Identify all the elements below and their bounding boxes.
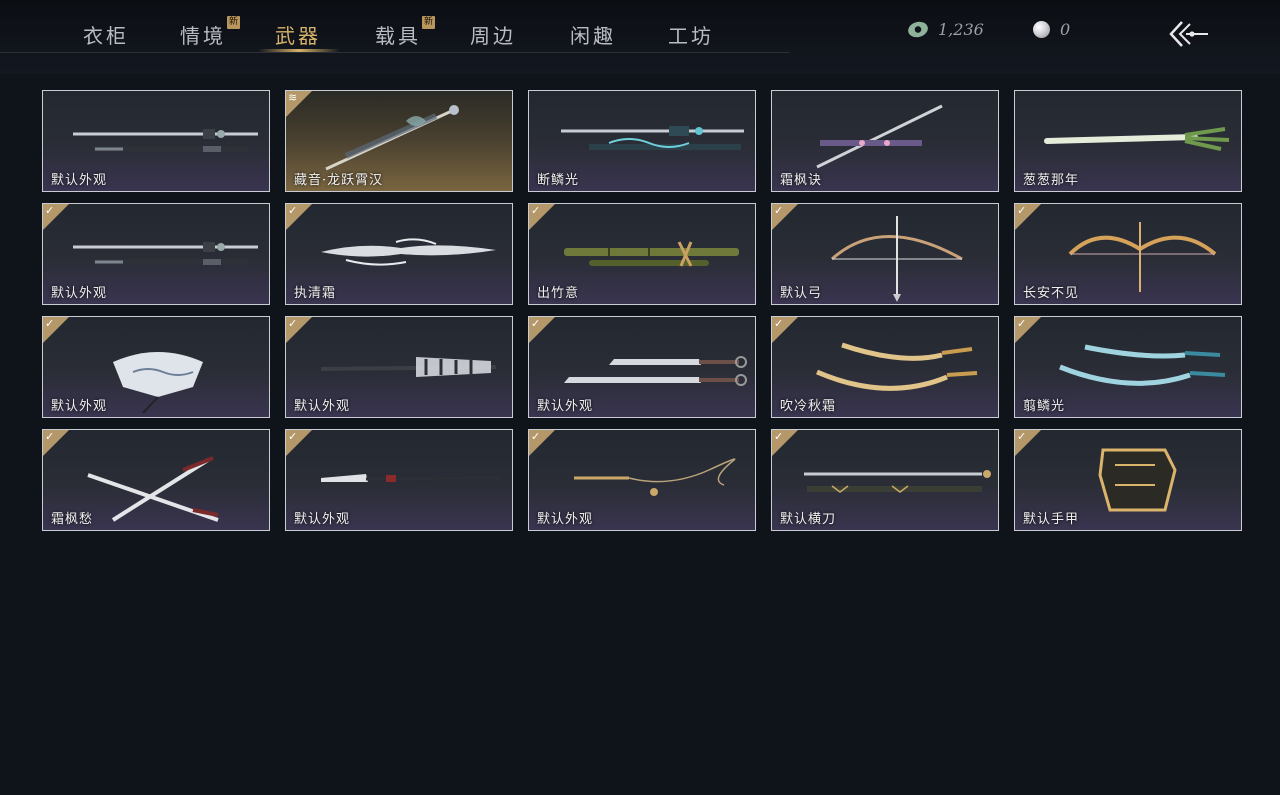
- checkmark-icon: ✓: [1017, 204, 1027, 217]
- weapon-name: 默认弓: [780, 286, 823, 301]
- weapon-card[interactable]: ✓ 吹冷秋霜: [771, 316, 999, 418]
- weapon-name: 默认外观: [537, 399, 594, 414]
- weapon-name: 出竹意: [537, 286, 580, 301]
- weapon-name: 默认外观: [51, 286, 108, 301]
- checkmark-icon: ✓: [774, 204, 784, 217]
- checkmark-icon: ✓: [45, 204, 55, 217]
- checkmark-icon: ✓: [45, 430, 55, 443]
- weapon-card[interactable]: ✓ 出竹意: [528, 203, 756, 305]
- weapon-name: 默认外观: [537, 512, 594, 527]
- jade-currency: 1,236: [906, 19, 984, 40]
- weapon-card[interactable]: 葱葱那年: [1014, 90, 1242, 192]
- weapon-card[interactable]: ✓ 默认手甲: [1014, 429, 1242, 531]
- tab-weapons[interactable]: 武器: [275, 20, 321, 49]
- weapon-name: 霜枫愁: [51, 512, 94, 527]
- checkmark-icon: ✓: [1017, 317, 1027, 330]
- weapon-card[interactable]: ✓ 默认外观: [285, 429, 513, 531]
- checkmark-icon: ✓: [288, 204, 298, 217]
- weapon-name: 葱葱那年: [1023, 173, 1080, 188]
- jade-amount: 1,236: [938, 20, 984, 39]
- weapon-card[interactable]: ✓ 默认横刀: [771, 429, 999, 531]
- checkmark-icon: ✓: [531, 430, 541, 443]
- weapon-card[interactable]: ✓ 默认外观: [42, 203, 270, 305]
- pearl-amount: 0: [1060, 20, 1071, 39]
- weapon-name: 执清霜: [294, 286, 337, 301]
- checkmark-icon: ✓: [531, 317, 541, 330]
- weapon-card[interactable]: ✓ 默认外观: [285, 316, 513, 418]
- weapon-card[interactable]: ✓ 默认外观: [528, 429, 756, 531]
- checkmark-icon: ✓: [774, 430, 784, 443]
- checkmark-icon: ✓: [531, 204, 541, 217]
- weapon-card[interactable]: ≋ 藏音·龙跃霄汉: [285, 90, 513, 192]
- weapon-name: 默认手甲: [1023, 512, 1080, 527]
- checkmark-icon: ✓: [1017, 430, 1027, 443]
- weapon-name: 翦鳞光: [1023, 399, 1066, 414]
- weapon-card[interactable]: ✓ 执清霜: [285, 203, 513, 305]
- tab-peripherals[interactable]: 周边: [470, 20, 516, 49]
- new-badge: 新: [227, 16, 240, 29]
- weapon-card[interactable]: ✓ 默认弓: [771, 203, 999, 305]
- weapon-name: 吹冷秋霜: [780, 399, 837, 414]
- weapon-name: 藏音·龙跃霄汉: [294, 173, 384, 188]
- weapon-card[interactable]: 默认外观: [42, 90, 270, 192]
- weapon-name: 默认外观: [294, 399, 351, 414]
- weapon-card[interactable]: ✓ 翦鳞光: [1014, 316, 1242, 418]
- weapon-card[interactable]: ✓ 默认外观: [528, 316, 756, 418]
- tab-leisure[interactable]: 闲趣: [570, 20, 616, 49]
- weapon-card[interactable]: ✓ 长安不见: [1014, 203, 1242, 305]
- tab-scenario[interactable]: 情境新: [180, 16, 240, 49]
- weapon-name: 默认外观: [51, 399, 108, 414]
- weapon-card[interactable]: ✓ 默认外观: [42, 316, 270, 418]
- weapon-card[interactable]: 断鳞光: [528, 90, 756, 192]
- weapon-name: 默认横刀: [780, 512, 837, 527]
- weapon-name: 默认外观: [294, 512, 351, 527]
- weapon-card[interactable]: ✓ 霜枫愁: [42, 429, 270, 531]
- checkmark-icon: ✓: [774, 317, 784, 330]
- layers-icon: ≋: [288, 91, 298, 104]
- category-tabs: 衣柜 情境新 武器 载具新 周边 闲趣 工坊: [0, 0, 790, 53]
- back-button[interactable]: [1168, 18, 1210, 50]
- top-bar: 衣柜 情境新 武器 载具新 周边 闲趣 工坊 1,236 0: [0, 0, 1280, 74]
- weapon-card[interactable]: 霜枫诀: [771, 90, 999, 192]
- weapon-name: 断鳞光: [537, 173, 580, 188]
- weapon-name: 长安不见: [1023, 286, 1080, 301]
- tab-vehicles[interactable]: 载具新: [375, 16, 435, 49]
- weapon-name: 默认外观: [51, 173, 108, 188]
- pearl-icon: [1033, 21, 1050, 38]
- active-tab-underline: [258, 49, 340, 52]
- pearl-currency: 0: [1033, 20, 1070, 39]
- jade-coin-icon: [906, 19, 930, 40]
- checkmark-icon: ✓: [288, 430, 298, 443]
- back-arrow-icon: [1169, 21, 1208, 47]
- tab-workshop[interactable]: 工坊: [668, 20, 714, 49]
- tab-wardrobe[interactable]: 衣柜: [83, 20, 129, 49]
- checkmark-icon: ✓: [45, 317, 55, 330]
- weapon-name: 霜枫诀: [780, 173, 823, 188]
- new-badge: 新: [422, 16, 435, 29]
- checkmark-icon: ✓: [288, 317, 298, 330]
